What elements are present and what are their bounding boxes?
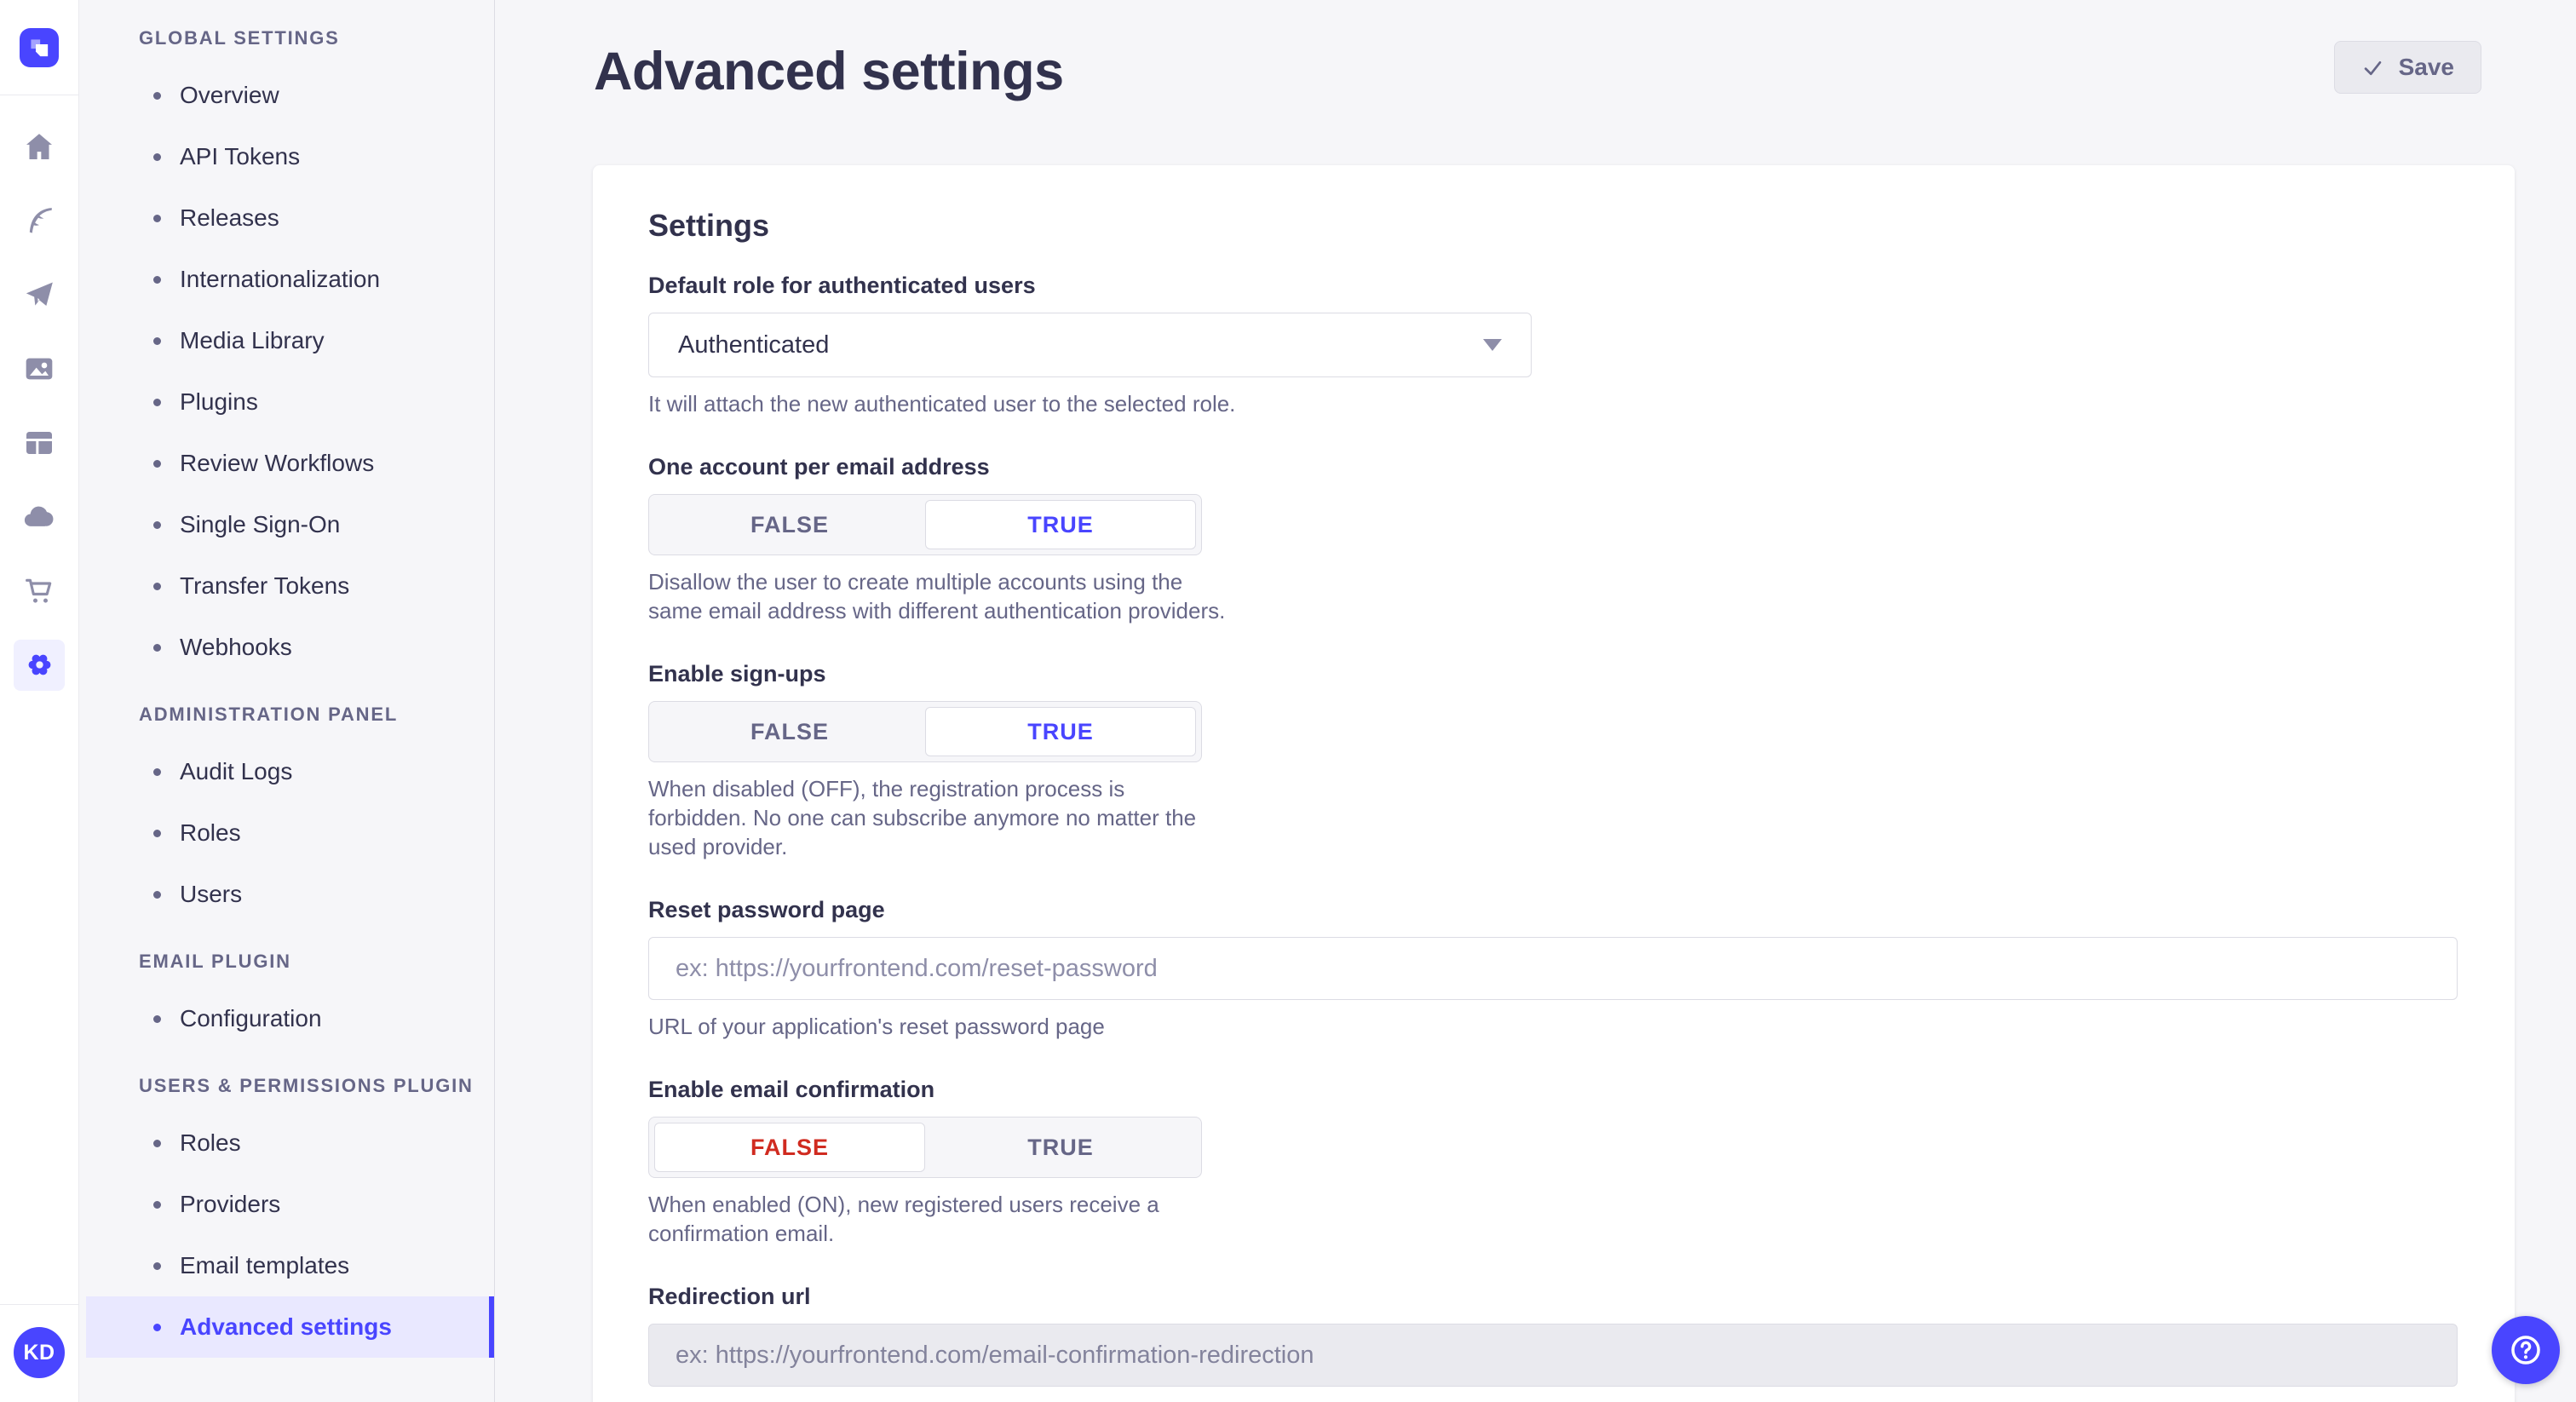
nav-content-manager[interactable] — [0, 405, 78, 480]
card-heading: Settings — [648, 208, 2459, 244]
redirection-url-input[interactable] — [648, 1324, 2458, 1387]
main-nav-rail: KD — [0, 0, 79, 1402]
field-hint: Disallow the user to create multiple acc… — [648, 567, 1228, 625]
field-label: Default role for authenticated users — [648, 273, 2459, 299]
chevron-down-icon — [1483, 339, 1502, 351]
subnav-section-email-plugin: EMAIL PLUGIN Configuration — [79, 935, 494, 1049]
toggle-false-button[interactable]: FALSE — [654, 500, 925, 549]
subnav-section-administration-panel: ADMINISTRATION PANEL Audit Logs Roles Us… — [79, 688, 494, 925]
field-hint: When enabled (ON), new registered users … — [648, 1190, 1228, 1248]
help-icon — [2507, 1331, 2544, 1369]
sidebar-item-releases[interactable]: Releases — [86, 187, 494, 249]
page-title: Advanced settings — [594, 37, 1064, 106]
rail-logo-area — [0, 0, 78, 95]
default-role-select[interactable]: Authenticated — [648, 313, 1532, 377]
rail-user-area: KD — [0, 1304, 78, 1402]
field-label: One account per email address — [648, 454, 2459, 480]
strapi-logo[interactable] — [20, 28, 59, 67]
toggle-false-button[interactable]: FALSE — [654, 707, 925, 756]
sidebar-item-up-roles[interactable]: Roles — [86, 1112, 494, 1174]
settings-subnav: GLOBAL SETTINGS Overview API Tokens Rele… — [79, 0, 495, 1402]
select-value: Authenticated — [678, 331, 829, 359]
reset-password-input[interactable] — [648, 937, 2458, 1000]
toggle-true-button[interactable]: TRUE — [925, 1123, 1196, 1172]
nav-cloud[interactable] — [0, 480, 78, 554]
nav-media-library[interactable] — [0, 331, 78, 405]
one-account-toggle: FALSE TRUE — [648, 494, 1202, 555]
field-reset-password: Reset password page URL of your applicat… — [648, 897, 2459, 1041]
nav-deploy[interactable] — [0, 257, 78, 331]
save-button-label: Save — [2399, 54, 2454, 81]
sidebar-item-admin-users[interactable]: Users — [86, 864, 494, 925]
field-hint: It will attach the new authenticated use… — [648, 389, 2459, 418]
field-enable-signups: Enable sign-ups FALSE TRUE When disabled… — [648, 661, 2459, 861]
sidebar-item-webhooks[interactable]: Webhooks — [86, 617, 494, 678]
save-button[interactable]: Save — [2334, 41, 2481, 94]
subnav-section-global-settings: GLOBAL SETTINGS Overview API Tokens Rele… — [79, 12, 494, 678]
field-label: Enable email confirmation — [648, 1077, 2459, 1103]
nav-settings[interactable] — [0, 628, 78, 702]
section-label: GLOBAL SETTINGS — [79, 12, 494, 65]
gear-icon — [14, 640, 65, 691]
toggle-true-button[interactable]: TRUE — [925, 500, 1196, 549]
page-header: Advanced settings Save — [495, 0, 2576, 106]
field-label: Redirection url — [648, 1284, 2459, 1310]
sidebar-item-admin-roles[interactable]: Roles — [86, 802, 494, 864]
toggle-true-button[interactable]: TRUE — [925, 707, 1196, 756]
field-one-account: One account per email address FALSE TRUE… — [648, 454, 2459, 625]
field-email-confirmation: Enable email confirmation FALSE TRUE Whe… — [648, 1077, 2459, 1248]
sidebar-item-advanced-settings[interactable]: Advanced settings — [86, 1296, 494, 1358]
sidebar-item-up-providers[interactable]: Providers — [86, 1174, 494, 1235]
field-hint: URL of your application's reset password… — [648, 1012, 2459, 1041]
home-icon — [22, 129, 56, 164]
field-default-role: Default role for authenticated users Aut… — [648, 273, 2459, 418]
nav-marketplace[interactable] — [0, 554, 78, 628]
sidebar-item-internationalization[interactable]: Internationalization — [86, 249, 494, 310]
sidebar-item-single-sign-on[interactable]: Single Sign-On — [86, 494, 494, 555]
field-label: Enable sign-ups — [648, 661, 2459, 687]
field-redirection-url: Redirection url — [648, 1284, 2459, 1387]
sidebar-item-review-workflows[interactable]: Review Workflows — [86, 433, 494, 494]
sidebar-item-overview[interactable]: Overview — [86, 65, 494, 126]
avatar[interactable]: KD — [14, 1327, 65, 1378]
sidebar-item-api-tokens[interactable]: API Tokens — [86, 126, 494, 187]
image-icon — [22, 352, 56, 386]
toggle-false-button[interactable]: FALSE — [654, 1123, 925, 1172]
layout-icon — [22, 426, 56, 460]
cloud-icon — [22, 500, 56, 534]
field-label: Reset password page — [648, 897, 2459, 923]
subnav-section-users-permissions-plugin: USERS & PERMISSIONS PLUGIN Roles Provide… — [79, 1060, 494, 1358]
nav-content-type-builder[interactable] — [0, 183, 78, 257]
shopping-cart-icon — [22, 574, 56, 608]
field-hint: When disabled (OFF), the registration pr… — [648, 774, 1228, 861]
sidebar-item-email-configuration[interactable]: Configuration — [86, 988, 494, 1049]
main-content: Advanced settings Save Settings Default … — [495, 0, 2576, 1402]
section-label: EMAIL PLUGIN — [79, 935, 494, 988]
section-label: USERS & PERMISSIONS PLUGIN — [79, 1060, 494, 1112]
email-confirmation-toggle: FALSE TRUE — [648, 1117, 1202, 1178]
sidebar-item-plugins[interactable]: Plugins — [86, 371, 494, 433]
help-button[interactable] — [2492, 1316, 2560, 1384]
check-icon — [2361, 56, 2384, 79]
paper-plane-icon — [22, 278, 56, 312]
feather-icon — [22, 204, 56, 238]
sidebar-item-media-library[interactable]: Media Library — [86, 310, 494, 371]
settings-card: Settings Default role for authenticated … — [593, 165, 2515, 1402]
sidebar-item-email-templates[interactable]: Email templates — [86, 1235, 494, 1296]
nav-home[interactable] — [0, 109, 78, 183]
enable-signups-toggle: FALSE TRUE — [648, 701, 1202, 762]
sidebar-item-transfer-tokens[interactable]: Transfer Tokens — [86, 555, 494, 617]
section-label: ADMINISTRATION PANEL — [79, 688, 494, 741]
sidebar-item-audit-logs[interactable]: Audit Logs — [86, 741, 494, 802]
